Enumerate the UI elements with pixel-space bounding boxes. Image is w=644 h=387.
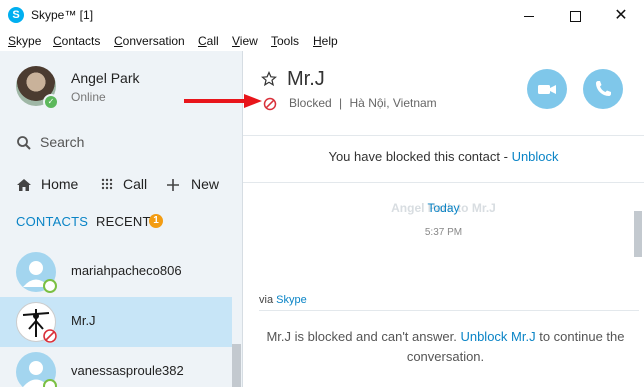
- contact-location: Hà Nội, Vietnam: [349, 96, 437, 110]
- header-divider: [243, 135, 644, 136]
- via-skype-label: via Skype: [259, 294, 307, 306]
- skype-logo-icon: S: [8, 7, 24, 23]
- close-icon: ✕: [614, 7, 628, 24]
- sidebar-nav: Home Call New: [16, 175, 236, 195]
- message-divider: [259, 310, 639, 311]
- contact-name: vanessasproule382: [71, 363, 184, 378]
- menu-call-label: Call: [198, 34, 219, 48]
- profile-status[interactable]: Online: [71, 90, 106, 104]
- blocked-banner-text: You have blocked this contact -: [328, 149, 508, 164]
- list-item[interactable]: mariahpacheco806: [0, 247, 232, 297]
- new-button[interactable]: New: [166, 175, 226, 195]
- subtitle-separator: |: [339, 96, 343, 110]
- menu-conversation-label: Conversation: [114, 34, 185, 48]
- minimize-button[interactable]: [506, 0, 552, 31]
- recent-count-badge: 1: [149, 214, 163, 228]
- blocked-notice: Mr.J is blocked and can't answer. Unbloc…: [253, 327, 638, 367]
- call-button[interactable]: Call: [100, 175, 162, 195]
- search-placeholder: Search: [40, 134, 85, 150]
- video-call-button[interactable]: [527, 69, 567, 109]
- contact-name: mariahpacheco806: [71, 263, 182, 278]
- plus-icon: [167, 179, 179, 191]
- conversation-scrollbar[interactable]: [634, 211, 642, 257]
- sidebar-tabs: CONTACTS RECENT 1: [16, 214, 236, 234]
- home-label: Home: [41, 176, 79, 192]
- blocked-banner: You have blocked this contact - Unblock: [243, 149, 644, 164]
- title-bar: S Skype™ [1] ✕: [0, 0, 644, 32]
- minimize-icon: [524, 16, 534, 18]
- menu-contacts-label: Contacts: [53, 34, 101, 48]
- tab-recent[interactable]: RECENT: [96, 214, 151, 229]
- search-input[interactable]: Search: [16, 133, 226, 153]
- maximize-button[interactable]: [552, 0, 598, 31]
- list-item[interactable]: vanessasproule382: [0, 347, 232, 387]
- contact-subtitle: Blocked | Hà Nội, Vietnam: [289, 96, 437, 110]
- menu-view[interactable]: View: [232, 34, 258, 48]
- blocked-status-icon: [43, 329, 57, 343]
- phone-icon: [596, 81, 611, 96]
- contact-name: Mr.J: [71, 313, 96, 328]
- profile-name[interactable]: Angel Park: [71, 70, 139, 86]
- menu-help[interactable]: Help: [313, 34, 338, 48]
- blocked-icon: [263, 97, 277, 111]
- menu-skype[interactable]: Skype: [8, 34, 41, 48]
- menu-contacts[interactable]: Contacts: [53, 34, 100, 48]
- menu-call[interactable]: Call: [198, 34, 219, 48]
- new-label: New: [191, 176, 220, 192]
- conversation-title: Mr.J: [287, 68, 325, 90]
- favorite-star-icon[interactable]: [261, 71, 277, 87]
- menu-conversation[interactable]: Conversation: [114, 34, 185, 48]
- via-prefix: via: [259, 294, 274, 306]
- unblock-link[interactable]: Unblock: [512, 149, 559, 164]
- online-status-icon: ✓: [43, 94, 59, 110]
- call-label: Call: [123, 176, 148, 192]
- menu-view-label: View: [232, 34, 258, 48]
- contact-list: mariahpacheco806 Mr.J vanessasproule382: [0, 247, 232, 387]
- menu-bar: Skype Contacts Conversation Call View To…: [0, 31, 644, 51]
- audio-call-button[interactable]: [583, 69, 623, 109]
- list-item[interactable]: Mr.J: [0, 297, 232, 347]
- online-status-icon: [43, 379, 57, 387]
- annotation-arrow-icon: [184, 94, 262, 108]
- video-camera-icon: [538, 85, 556, 94]
- window-title: Skype™ [1]: [31, 8, 94, 22]
- tab-contacts[interactable]: CONTACTS: [16, 214, 88, 229]
- maximize-icon: [569, 11, 581, 23]
- menu-help-label: Help: [313, 34, 338, 48]
- unblock-contact-link[interactable]: Unblock Mr.J: [460, 329, 535, 344]
- message-timestamp: 5:37 PM: [424, 227, 463, 238]
- banner-divider: [243, 182, 644, 183]
- blocked-notice-text: Mr.J is blocked and can't answer.: [266, 329, 457, 344]
- conversation-panel: Mr.J Blocked | Hà Nội, Vietnam You have …: [243, 51, 644, 387]
- online-status-icon: [43, 279, 57, 293]
- sidebar-scrollbar[interactable]: [232, 344, 241, 387]
- day-label: Today: [427, 201, 460, 215]
- menu-tools-label: Tools: [271, 34, 300, 48]
- home-icon: [17, 179, 31, 191]
- menu-tools[interactable]: Tools: [271, 34, 299, 48]
- skype-link[interactable]: Skype: [276, 294, 307, 306]
- close-button[interactable]: ✕: [598, 0, 644, 31]
- home-button[interactable]: Home: [16, 175, 80, 195]
- search-icon: [17, 136, 31, 150]
- dialpad-icon: [101, 178, 113, 190]
- blocked-status-text: Blocked: [289, 96, 332, 110]
- menu-skype-label: Skype: [8, 34, 42, 48]
